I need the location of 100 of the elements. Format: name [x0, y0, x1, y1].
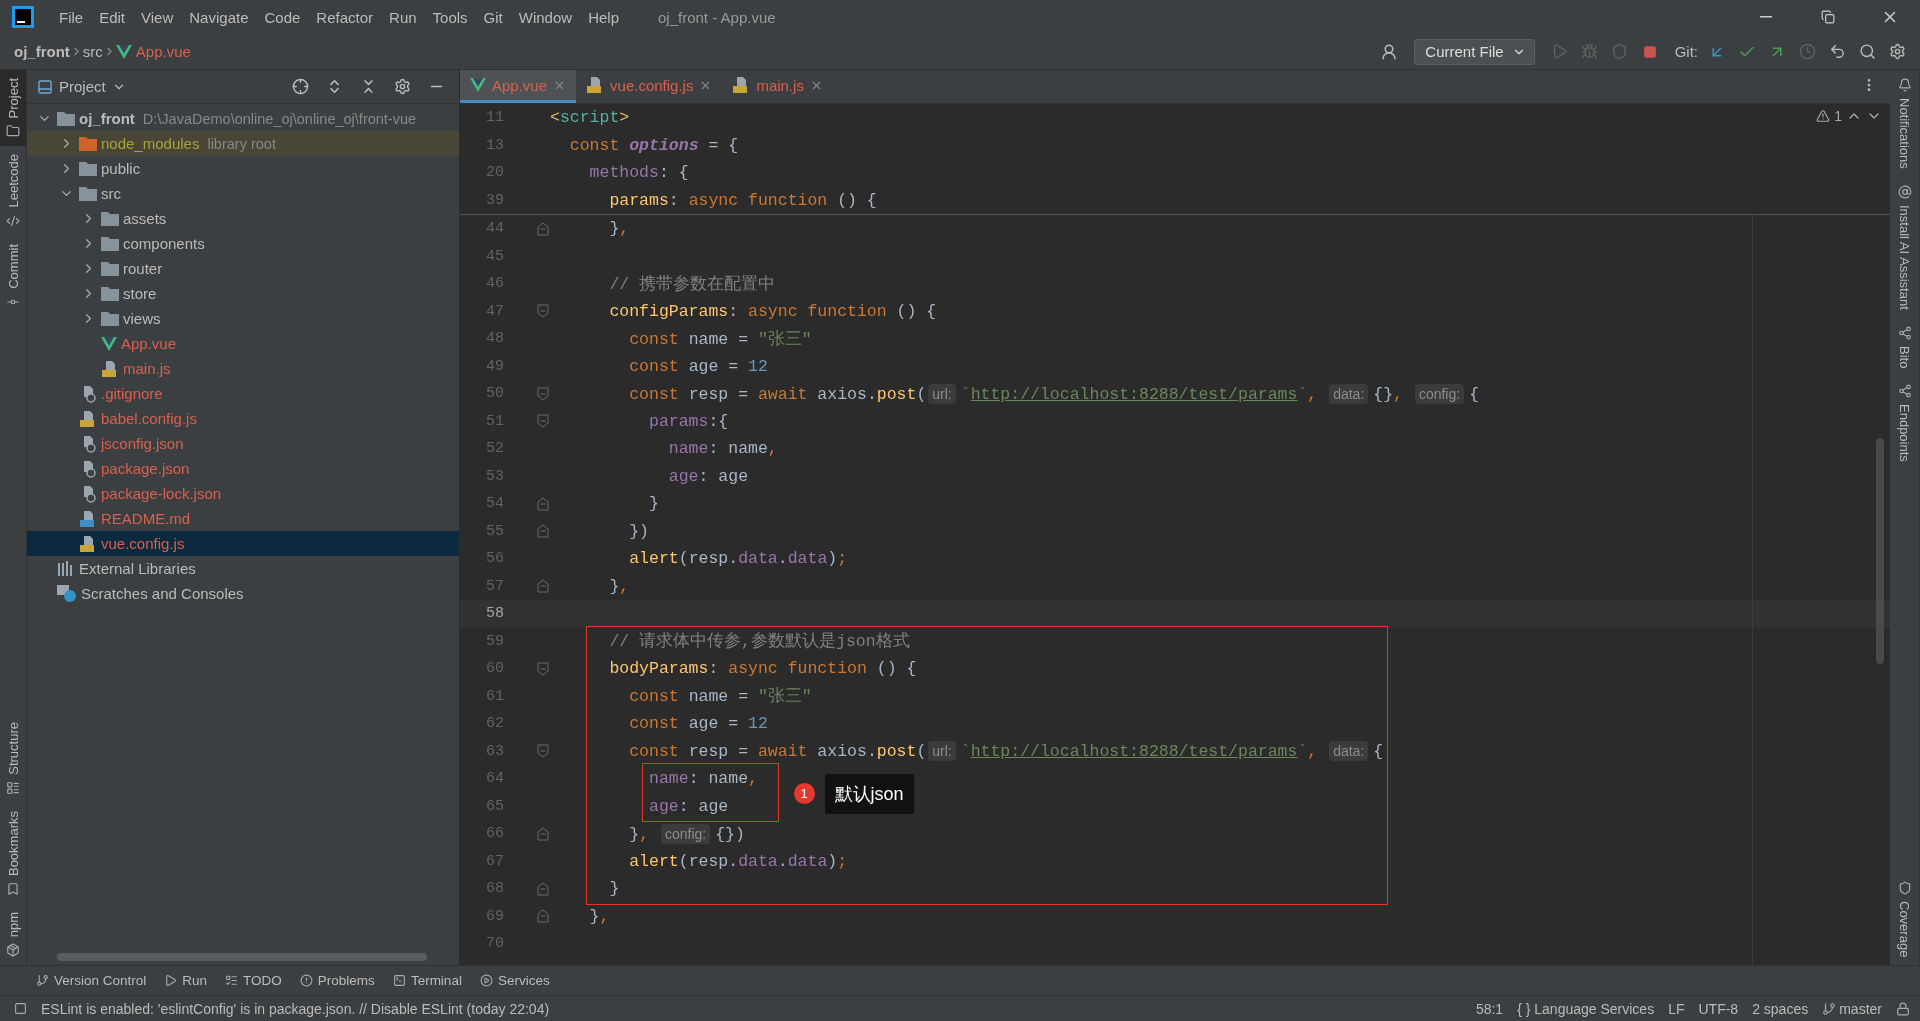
- line-number: 46: [485, 275, 504, 293]
- menu-item[interactable]: File: [52, 4, 91, 30]
- tool-window-button[interactable]: npm: [0, 903, 26, 965]
- tree-item[interactable]: components: [27, 231, 459, 256]
- panel-toggle-icon[interactable]: [14, 1002, 27, 1015]
- status-item[interactable]: LF: [1668, 1000, 1685, 1017]
- tool-window-button[interactable]: Endpoints: [1890, 376, 1919, 470]
- menu-item[interactable]: Refactor: [309, 4, 381, 30]
- tree-item-hint: library root: [207, 135, 276, 152]
- code-line: methods: {: [588, 163, 689, 183]
- tree-item[interactable]: views: [27, 306, 459, 331]
- status-item[interactable]: { } Language Services: [1517, 1000, 1655, 1017]
- status-item[interactable]: master: [1822, 1000, 1882, 1017]
- tree-item[interactable]: vue.config.js: [27, 531, 459, 556]
- tree-item[interactable]: src: [27, 181, 459, 206]
- tool-window-tab[interactable]: Run: [164, 973, 208, 988]
- fold-icon[interactable]: [537, 579, 549, 594]
- fold-icon[interactable]: [537, 414, 549, 429]
- tree-item[interactable]: assets: [27, 206, 459, 231]
- menu-item[interactable]: Window: [511, 4, 580, 30]
- status-item[interactable]: UTF-8: [1698, 1000, 1739, 1017]
- menu-item[interactable]: Navigate: [182, 4, 256, 30]
- line-number: 62: [485, 715, 504, 733]
- vue-file-icon: [470, 78, 486, 92]
- window-title: oj_front - App.vue: [658, 8, 776, 26]
- breadcrumb-item[interactable]: oj_front: [14, 43, 70, 60]
- menu-item[interactable]: Help: [581, 4, 626, 30]
- menu-item[interactable]: Tools: [425, 4, 475, 30]
- tool-window-button[interactable]: Commit: [0, 235, 26, 317]
- fold-icon[interactable]: [537, 496, 549, 511]
- menu-item[interactable]: Edit: [92, 4, 133, 30]
- breadcrumb-item[interactable]: App.vue: [115, 43, 191, 60]
- scrollbar[interactable]: [1876, 438, 1884, 664]
- tool-window-button[interactable]: Leetcode: [0, 146, 26, 236]
- run-config-dropdown[interactable]: Current File: [1414, 38, 1535, 65]
- tree-item[interactable]: jsconfig.json: [27, 431, 459, 456]
- tree-item[interactable]: router: [27, 256, 459, 281]
- tree-item[interactable]: public: [27, 156, 459, 181]
- tree-item[interactable]: .gitignore: [27, 381, 459, 406]
- tool-window-tab[interactable]: Terminal: [392, 973, 462, 988]
- tool-window-button[interactable]: Install AI Assistant: [1890, 176, 1919, 318]
- code-line: const options = {: [568, 135, 739, 155]
- editor-tab[interactable]: vue.config.js: [576, 70, 723, 103]
- project-view-dropdown[interactable]: Project: [37, 78, 126, 95]
- tree-item[interactable]: node_modules library root: [27, 131, 459, 156]
- code-line: const age = 12: [628, 356, 768, 376]
- tree-item[interactable]: store: [27, 281, 459, 306]
- fold-icon[interactable]: [537, 744, 549, 759]
- tool-window-tab[interactable]: Problems: [299, 973, 375, 988]
- tree-item[interactable]: README.md: [27, 506, 459, 531]
- share-icon: [1897, 325, 1912, 340]
- tree-item[interactable]: main.js: [27, 356, 459, 381]
- code-line: },: [588, 906, 610, 926]
- tool-window-tab[interactable]: TODO: [225, 973, 282, 988]
- tool-window-tab[interactable]: Services: [479, 973, 550, 988]
- fold-icon[interactable]: [537, 661, 549, 676]
- menu-item[interactable]: View: [134, 4, 181, 30]
- status-item[interactable]: 58:1: [1475, 1000, 1504, 1017]
- line-number: 11: [485, 109, 504, 127]
- code-line: const resp = await axios.post( url: `http://localhost:8288/test/params`, data: {: [628, 741, 1384, 762]
- code-line: age: age: [648, 796, 729, 816]
- code-line: const name = "张三": [628, 328, 812, 350]
- line-number: 67: [485, 852, 504, 870]
- line-number: 47: [485, 302, 504, 320]
- lock-icon[interactable]: [1896, 1001, 1910, 1016]
- tool-window-button[interactable]: Notifications: [1890, 70, 1919, 177]
- warning-icon[interactable]: [1816, 109, 1831, 123]
- branch-icon: [1822, 1001, 1837, 1016]
- tree-item[interactable]: package.json: [27, 456, 459, 481]
- fold-icon[interactable]: [537, 386, 549, 401]
- tree-item[interactable]: babel.config.js: [27, 406, 459, 431]
- menu-item[interactable]: Code: [257, 4, 308, 30]
- tool-window-button[interactable]: Structure: [0, 713, 26, 803]
- fold-icon[interactable]: [537, 221, 549, 236]
- editor-tab[interactable]: main.js: [722, 70, 833, 103]
- fold-icon[interactable]: [537, 909, 549, 924]
- tool-window-button[interactable]: Project: [0, 70, 26, 147]
- tool-window-button[interactable]: Bookmarks: [0, 802, 26, 904]
- tree-item-label: External Libraries: [79, 560, 196, 577]
- tree-item-label: router: [123, 260, 163, 277]
- tool-window-tab[interactable]: Version Control: [36, 973, 147, 988]
- menu-item[interactable]: Git: [476, 4, 510, 30]
- tool-window-button[interactable]: Bito: [1890, 317, 1919, 376]
- status-item[interactable]: 2 spaces: [1752, 1000, 1809, 1017]
- fold-icon[interactable]: [537, 304, 549, 319]
- fold-icon[interactable]: [537, 826, 549, 841]
- callout-tooltip: 默认json: [824, 773, 914, 814]
- tree-item[interactable]: Scratches and Consoles: [27, 581, 459, 606]
- tree-item[interactable]: App.vue: [27, 331, 459, 356]
- fold-icon[interactable]: [537, 881, 549, 896]
- tree-item[interactable]: oj_front D:\JavaDemo\online_oj\online_oj\front-vue: [27, 106, 459, 131]
- tool-window-button[interactable]: Coverage: [1890, 872, 1919, 965]
- tree-item[interactable]: package-lock.json: [27, 481, 459, 506]
- warning-count[interactable]: 1: [1834, 108, 1842, 124]
- scrollbar[interactable]: [57, 953, 427, 961]
- fold-icon[interactable]: [537, 524, 549, 539]
- menu-item[interactable]: Run: [382, 4, 424, 30]
- line-number: 59: [485, 632, 504, 650]
- tree-item[interactable]: External Libraries: [27, 556, 459, 581]
- breadcrumb-item[interactable]: src: [82, 43, 103, 60]
